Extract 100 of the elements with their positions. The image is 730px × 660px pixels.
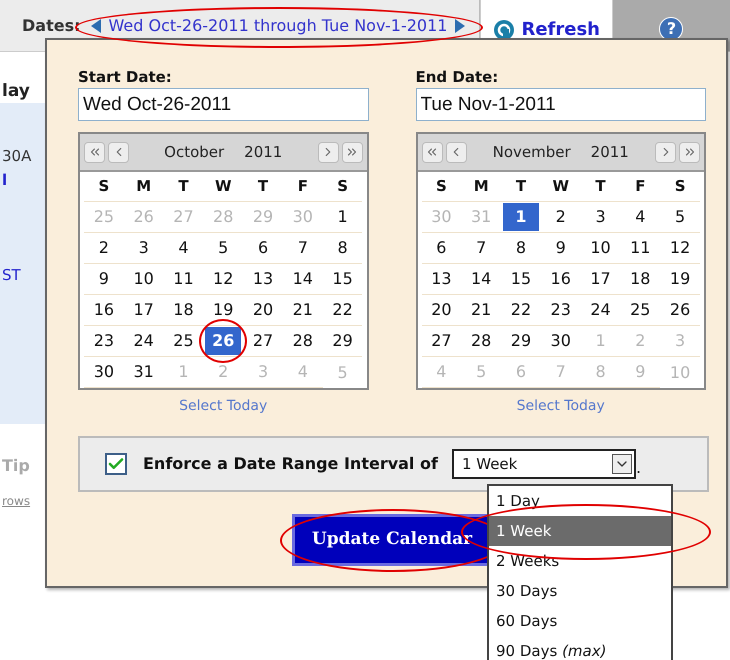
day-cell[interactable]: 24 bbox=[582, 296, 619, 324]
day-cell[interactable]: 18 bbox=[165, 296, 202, 324]
day-cell[interactable]: 5 bbox=[205, 234, 242, 262]
next-range-icon[interactable] bbox=[455, 18, 466, 32]
next-year-button[interactable] bbox=[342, 142, 362, 162]
day-cell[interactable]: 30 bbox=[86, 358, 122, 386]
day-cell[interactable]: 21 bbox=[284, 296, 321, 324]
day-cell[interactable]: 13 bbox=[423, 265, 460, 293]
weekday-label: S bbox=[337, 176, 348, 198]
year-label: 2011 bbox=[244, 142, 282, 163]
day-cell[interactable]: 14 bbox=[463, 265, 500, 293]
day-cell[interactable]: 11 bbox=[165, 265, 202, 293]
day-cell[interactable]: 2 bbox=[542, 203, 579, 231]
day-cell[interactable]: 26 bbox=[662, 296, 698, 324]
day-cell[interactable]: 28 bbox=[284, 327, 321, 355]
page-text: ST bbox=[2, 265, 22, 286]
dropdown-option[interactable]: 90 Days (max) bbox=[489, 636, 671, 660]
day-cell[interactable]: 28 bbox=[463, 327, 500, 355]
weekday-label: W bbox=[552, 176, 570, 198]
page-text: l bbox=[2, 170, 8, 191]
dropdown-option[interactable]: 1 Day bbox=[489, 486, 671, 516]
page-text: 30A bbox=[2, 146, 32, 167]
day-cell[interactable]: 13 bbox=[245, 265, 282, 293]
day-cell[interactable]: 23 bbox=[542, 296, 579, 324]
day-cell[interactable]: 16 bbox=[542, 265, 579, 293]
day-cell[interactable]: 22 bbox=[502, 296, 539, 324]
day-cell[interactable]: 19 bbox=[662, 265, 698, 293]
day-cell[interactable]: 10 bbox=[582, 234, 619, 262]
date-field[interactable]: Tue Nov-1-2011 bbox=[416, 88, 706, 121]
day-cell[interactable]: 15 bbox=[502, 265, 539, 293]
page-text: Tip bbox=[2, 455, 31, 477]
day-cell[interactable]: 2 bbox=[86, 234, 122, 262]
day-cell[interactable]: 29 bbox=[324, 327, 361, 355]
day-cell[interactable]: 20 bbox=[245, 296, 282, 324]
previous-year-button[interactable] bbox=[84, 142, 105, 162]
day-cell[interactable]: 16 bbox=[86, 296, 122, 324]
day-cell[interactable]: 4 bbox=[622, 203, 658, 231]
next-month-button[interactable] bbox=[655, 142, 676, 162]
interval-label: Enforce a Date Range Interval of bbox=[143, 453, 438, 475]
day-cell[interactable]: 26 bbox=[205, 327, 242, 355]
day-cell[interactable]: 12 bbox=[205, 265, 242, 293]
day-cell[interactable]: 30 bbox=[542, 327, 579, 355]
previous-month-button[interactable] bbox=[446, 142, 466, 162]
dropdown-option[interactable]: 60 Days bbox=[489, 606, 671, 636]
day-cell[interactable]: 25 bbox=[622, 296, 658, 324]
interval-checkbox[interactable] bbox=[105, 453, 127, 475]
day-cell[interactable]: 1 bbox=[502, 203, 539, 231]
day-cell[interactable]: 22 bbox=[324, 296, 361, 324]
month-label: October bbox=[164, 142, 224, 163]
next-year-button[interactable] bbox=[679, 142, 700, 162]
day-cell[interactable]: 7 bbox=[463, 234, 500, 262]
day-cell[interactable]: 25 bbox=[165, 327, 202, 355]
dropdown-option[interactable]: 30 Days bbox=[489, 576, 671, 606]
day-cell[interactable]: 24 bbox=[126, 327, 162, 355]
select-today-link[interactable]: Select Today bbox=[179, 396, 268, 417]
day-cell[interactable]: 15 bbox=[324, 265, 361, 293]
day-cell[interactable]: 7 bbox=[284, 234, 321, 262]
dropdown-option[interactable]: 1 Week bbox=[489, 516, 671, 546]
weekday-label: M bbox=[474, 176, 489, 198]
day-cell[interactable]: 27 bbox=[423, 327, 460, 355]
day-cell[interactable]: 19 bbox=[205, 296, 242, 324]
day-cell[interactable]: 14 bbox=[284, 265, 321, 293]
day-cell[interactable]: 5 bbox=[662, 203, 698, 231]
field-label: End Date: bbox=[416, 67, 500, 88]
day-cell[interactable]: 18 bbox=[622, 265, 658, 293]
date-field[interactable]: Wed Oct-26-2011 bbox=[78, 88, 368, 121]
day-cell[interactable]: 8 bbox=[324, 234, 361, 262]
day-cell[interactable]: 12 bbox=[662, 234, 698, 262]
day-cell[interactable]: 9 bbox=[86, 265, 122, 293]
day-cell[interactable]: 31 bbox=[126, 358, 162, 386]
day-cell[interactable]: 29 bbox=[502, 327, 539, 355]
interval-select[interactable]: 1 Week bbox=[452, 449, 636, 479]
day-cell[interactable]: 17 bbox=[582, 265, 619, 293]
day-cell[interactable]: 8 bbox=[502, 234, 539, 262]
day-cell[interactable]: 9 bbox=[542, 234, 579, 262]
weekday-label: T bbox=[516, 176, 526, 198]
day-cell[interactable]: 3 bbox=[582, 203, 619, 231]
weekday-label: S bbox=[674, 176, 686, 198]
date-range-link[interactable]: Wed Oct-26-2011 through Tue Nov-1-2011 bbox=[108, 14, 448, 38]
day-cell[interactable]: 10 bbox=[126, 265, 162, 293]
day-cell[interactable]: 6 bbox=[245, 234, 282, 262]
day-cell[interactable]: 20 bbox=[423, 296, 460, 324]
previous-year-button[interactable] bbox=[422, 142, 442, 162]
day-cell[interactable]: 3 bbox=[126, 234, 162, 262]
day-cell[interactable]: 17 bbox=[126, 296, 162, 324]
day-cell[interactable]: 6 bbox=[423, 234, 460, 262]
day-cell[interactable]: 27 bbox=[245, 327, 282, 355]
select-today-link[interactable]: Select Today bbox=[516, 396, 605, 417]
weekday-label: T bbox=[258, 176, 268, 198]
next-month-button[interactable] bbox=[318, 142, 338, 162]
weekday-label: T bbox=[595, 176, 606, 198]
previous-range-icon[interactable] bbox=[90, 18, 100, 32]
page-text: lay bbox=[2, 80, 31, 103]
day-cell[interactable]: 4 bbox=[165, 234, 202, 262]
day-cell[interactable]: 1 bbox=[324, 203, 361, 231]
day-cell[interactable]: 21 bbox=[463, 296, 500, 324]
weekday-label: M bbox=[136, 176, 152, 198]
day-cell[interactable]: 23 bbox=[86, 327, 122, 355]
previous-month-button[interactable] bbox=[108, 142, 129, 162]
day-cell[interactable]: 11 bbox=[622, 234, 658, 262]
